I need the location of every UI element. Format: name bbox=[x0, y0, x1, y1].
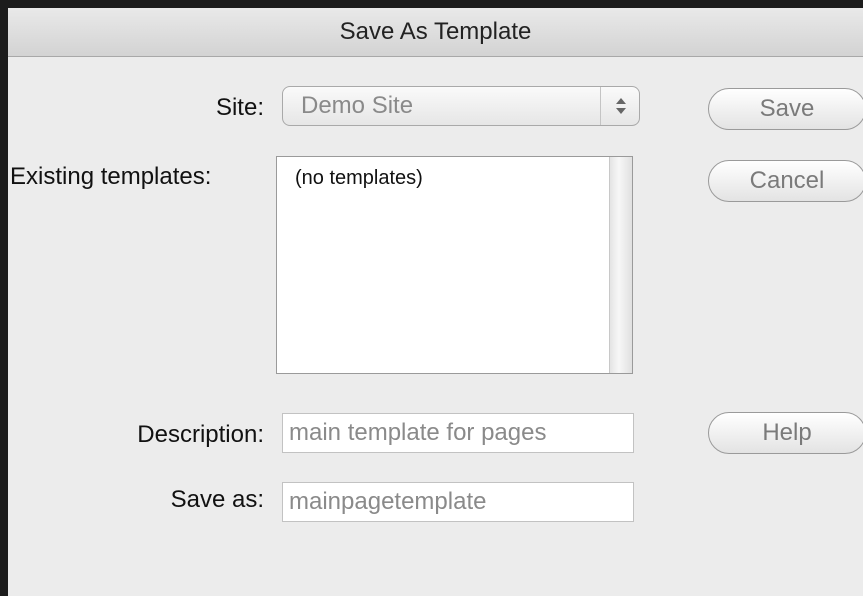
site-select[interactable]: Demo Site bbox=[282, 86, 640, 126]
help-button[interactable]: Help bbox=[708, 412, 863, 454]
save-as-template-dialog: Save As Template Site: Demo Site Existin… bbox=[8, 8, 863, 596]
description-field[interactable] bbox=[282, 413, 634, 453]
cancel-button[interactable]: Cancel bbox=[708, 160, 863, 202]
site-label: Site: bbox=[215, 94, 264, 121]
existing-templates-label: Existing templates: bbox=[10, 163, 212, 190]
dialog-title: Save As Template bbox=[8, 8, 863, 57]
save-button[interactable]: Save bbox=[708, 88, 863, 130]
templates-list-scrollbar[interactable] bbox=[609, 157, 632, 373]
description-label: Description: bbox=[137, 421, 264, 448]
templates-list[interactable]: (no templates) bbox=[276, 156, 633, 374]
save-as-field[interactable] bbox=[282, 482, 634, 522]
site-select-value: Demo Site bbox=[301, 92, 414, 119]
save-as-label: Save as: bbox=[170, 486, 264, 513]
list-item[interactable]: (no templates) bbox=[295, 167, 423, 190]
up-down-chevron-icon bbox=[600, 87, 639, 125]
